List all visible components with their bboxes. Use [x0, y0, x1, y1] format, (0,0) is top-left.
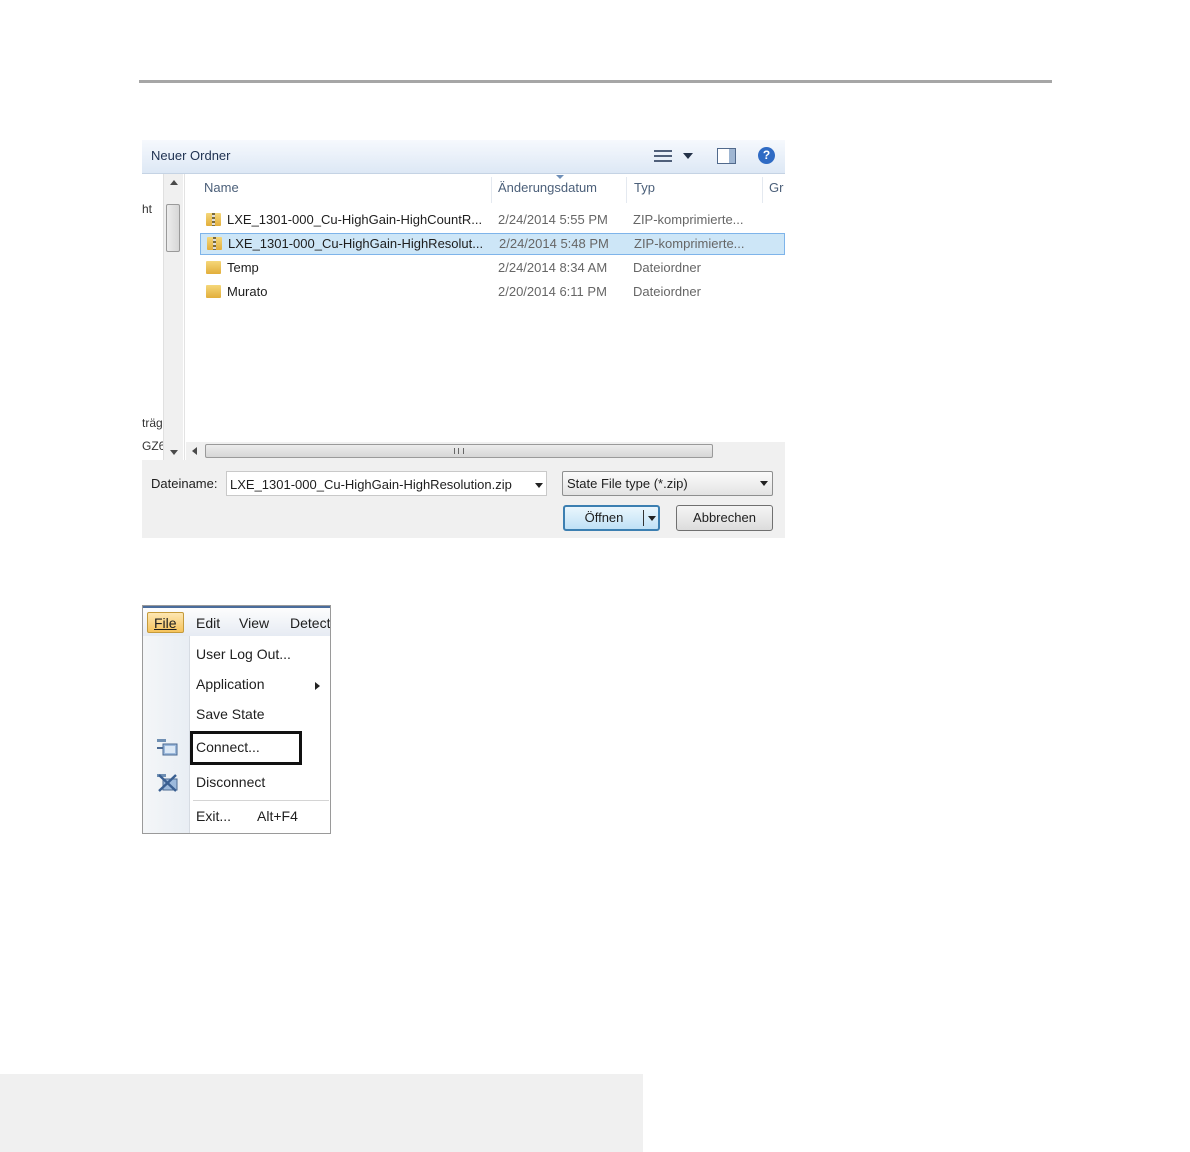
dialog-bottom-bar: Dateiname: LXE_1301-000_Cu-HighGain-High… [142, 460, 785, 538]
nav-item-fragment[interactable]: ht [142, 202, 152, 216]
column-divider[interactable] [626, 177, 627, 203]
chevron-down-icon[interactable] [535, 483, 543, 488]
file-name: Murato [227, 284, 268, 299]
menu-view[interactable]: View [239, 615, 269, 631]
file-type: ZIP-komprimierte... [633, 212, 744, 227]
menu-item-save-state[interactable]: Save State [196, 706, 265, 722]
file-row[interactable]: Murato 2/20/2014 6:11 PM Dateiordner [200, 281, 785, 303]
menu-item-user-log-out[interactable]: User Log Out... [196, 646, 291, 662]
chevron-down-icon[interactable] [760, 481, 768, 486]
page-top-rule [139, 80, 1052, 83]
new-folder-button[interactable]: Neuer Ordner [151, 148, 230, 163]
page-bottom-rule [0, 1074, 643, 1152]
file-row[interactable]: LXE_1301-000_Cu-HighGain-HighCountR... 2… [200, 209, 785, 231]
filename-value[interactable]: LXE_1301-000_Cu-HighGain-HighResolution.… [230, 477, 512, 492]
column-header-name[interactable]: Name [204, 180, 239, 195]
filetype-select[interactable]: State File type (*.zip) [562, 471, 773, 496]
file-list: Name Änderungsdatum Typ Gr LXE_1301-000_… [186, 174, 785, 442]
menubar: File Edit View Detect [143, 606, 330, 636]
filetype-value[interactable]: State File type (*.zip) [567, 476, 688, 491]
preview-pane-icon[interactable] [717, 148, 736, 164]
file-name: Temp [227, 260, 259, 275]
submenu-arrow-icon [315, 682, 320, 690]
cancel-button[interactable]: Abbrechen [676, 505, 773, 531]
file-row-selected[interactable]: LXE_1301-000_Cu-HighGain-HighResolut... … [200, 233, 785, 255]
scroll-up-icon[interactable] [170, 180, 178, 185]
split-divider [643, 510, 644, 526]
scrollbar-thumb[interactable] [205, 444, 713, 458]
column-header-date[interactable]: Änderungsdatum [498, 180, 597, 195]
scrollbar-thumb[interactable] [166, 204, 180, 252]
file-date: 2/20/2014 6:11 PM [498, 284, 607, 299]
menu-item-disconnect[interactable]: Disconnect [196, 774, 265, 790]
connect-highlight-box [190, 731, 302, 765]
file-date: 2/24/2014 5:48 PM [499, 236, 609, 251]
grip-icon [454, 448, 464, 454]
menu-item-exit[interactable]: Exit... [196, 808, 231, 824]
file-menu-window: File Edit View Detect User Log Out... Ap… [142, 605, 331, 834]
column-divider[interactable] [762, 177, 763, 203]
scroll-down-icon[interactable] [170, 450, 178, 455]
menu-separator [193, 800, 329, 801]
views-icon[interactable] [654, 149, 672, 163]
menu-icon-gutter [143, 636, 190, 833]
file-date: 2/24/2014 5:55 PM [498, 212, 608, 227]
file-type: Dateiordner [633, 260, 701, 275]
sort-indicator-icon [556, 175, 564, 179]
folder-icon [206, 261, 221, 274]
help-icon[interactable]: ? [758, 147, 775, 164]
column-header-size[interactable]: Gr [769, 180, 783, 195]
file-date: 2/24/2014 8:34 AM [498, 260, 608, 275]
open-options-dropdown-icon[interactable] [648, 516, 656, 521]
filename-input[interactable]: LXE_1301-000_Cu-HighGain-HighResolution.… [226, 471, 547, 496]
disconnect-icon [157, 774, 178, 792]
folder-icon [206, 285, 221, 298]
filename-label: Dateiname: [151, 476, 218, 491]
file-name: LXE_1301-000_Cu-HighGain-HighResolut... [228, 236, 484, 251]
column-header-type[interactable]: Typ [634, 180, 655, 195]
file-name: LXE_1301-000_Cu-HighGain-HighCountR... [227, 212, 483, 227]
menu-detect[interactable]: Detect [290, 615, 330, 631]
open-button[interactable]: Öffnen [563, 505, 660, 531]
file-list-horizontal-scrollbar[interactable] [186, 442, 785, 460]
open-button-label[interactable]: Öffnen [565, 507, 643, 529]
menu-edit[interactable]: Edit [196, 615, 220, 631]
nav-item-fragment[interactable]: GZ6 [142, 439, 165, 453]
scroll-left-icon[interactable] [192, 447, 197, 455]
zip-folder-icon [207, 237, 222, 250]
open-file-dialog: Neuer Ordner ? ht träg GZ6 Name Änderung… [142, 140, 785, 538]
zip-folder-icon [206, 213, 221, 226]
menu-item-application[interactable]: Application [196, 676, 265, 692]
dialog-toolbar: Neuer Ordner ? [142, 140, 785, 174]
nav-item-fragment[interactable]: träg [142, 416, 163, 430]
column-divider[interactable] [491, 177, 492, 203]
exit-shortcut: Alt+F4 [257, 808, 298, 824]
file-type: Dateiordner [633, 284, 701, 299]
nav-vertical-scrollbar[interactable] [163, 174, 183, 460]
file-row[interactable]: Temp 2/24/2014 8:34 AM Dateiordner [200, 257, 785, 279]
views-dropdown-icon[interactable] [683, 153, 693, 159]
menu-file[interactable]: File [147, 612, 184, 633]
connect-icon [157, 739, 178, 756]
file-type: ZIP-komprimierte... [634, 236, 745, 251]
